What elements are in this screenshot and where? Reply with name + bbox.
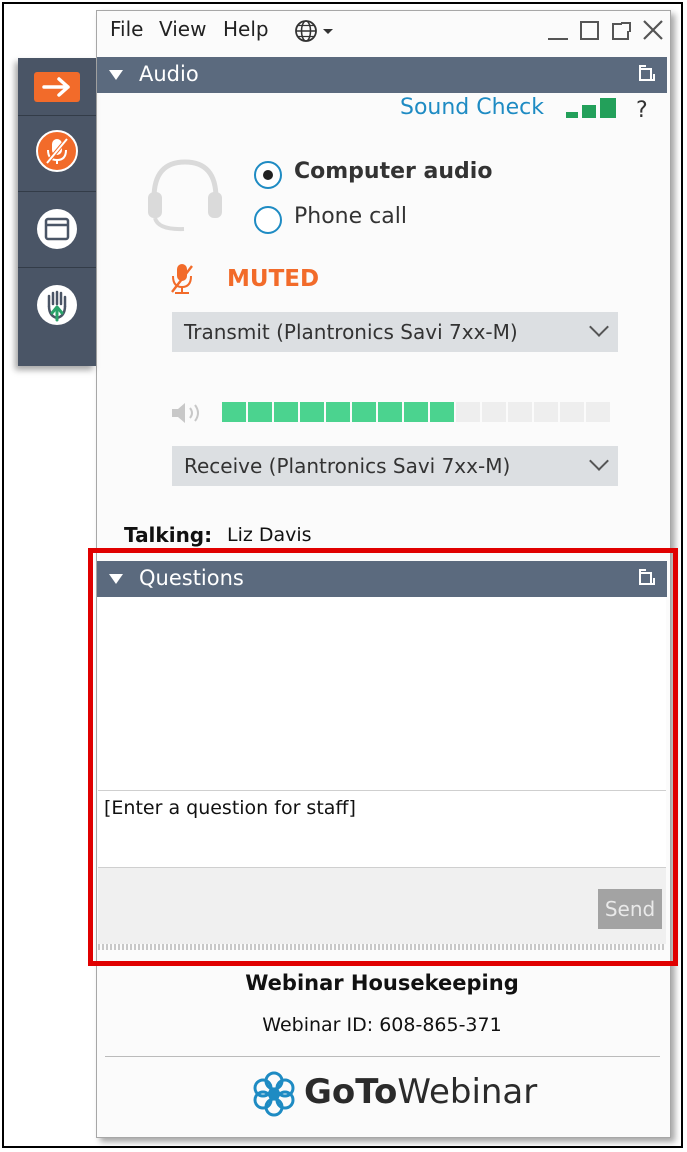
signal-bars-icon — [566, 96, 618, 124]
gotowebinar-logo-icon — [250, 1070, 298, 1122]
chevron-down-icon — [589, 451, 609, 471]
menu-file[interactable]: File — [110, 17, 143, 41]
muted-microphone-icon[interactable] — [170, 262, 194, 300]
computer-audio-label[interactable]: Computer audio — [294, 159, 492, 184]
talking-label: Talking: — [124, 523, 213, 547]
audio-popout-icon[interactable] — [639, 65, 655, 81]
volume-segment — [248, 402, 272, 422]
volume-segment — [534, 402, 558, 422]
mute-microphone-button[interactable] — [18, 116, 96, 192]
sound-check-link[interactable]: Sound Check — [400, 95, 544, 120]
volume-segment — [482, 402, 506, 422]
globe-language-icon[interactable] — [294, 18, 344, 48]
collapse-panel-button[interactable] — [18, 58, 96, 116]
chevron-down-icon — [589, 317, 609, 337]
receive-device-select[interactable]: Receive (Plantronics Savi 7xx-M) — [172, 446, 618, 486]
computer-audio-radio[interactable] — [254, 161, 282, 189]
volume-segment — [586, 402, 610, 422]
volume-segment — [508, 402, 532, 422]
audio-panel-header[interactable]: Audio — [97, 57, 667, 93]
volume-segment — [274, 402, 298, 422]
volume-segment — [300, 402, 324, 422]
headset-icon — [144, 154, 226, 238]
transmit-device-value: Transmit (Plantronics Savi 7xx-M) — [184, 320, 518, 344]
menu-view[interactable]: View — [159, 17, 206, 41]
volume-segment — [430, 402, 454, 422]
grab-tab-sidebar — [18, 58, 96, 366]
gotowebinar-logo-text: GoToWebinar — [304, 1072, 537, 1112]
talking-name: Liz Davis — [227, 524, 312, 546]
menu-help[interactable]: Help — [223, 17, 269, 41]
collapse-triangle-icon[interactable] — [109, 70, 123, 80]
close-icon[interactable] — [642, 19, 664, 45]
logo-goto: GoTo — [304, 1072, 398, 1112]
volume-segment — [378, 402, 402, 422]
raise-hand-button[interactable] — [18, 268, 96, 344]
receive-device-value: Receive (Plantronics Savi 7xx-M) — [184, 454, 511, 478]
show-screen-button[interactable] — [18, 192, 96, 268]
webinar-title: Webinar Housekeeping — [245, 971, 519, 995]
logo-webinar: Webinar — [397, 1072, 538, 1112]
volume-segment — [560, 402, 584, 422]
help-question-button[interactable]: ? — [636, 98, 648, 123]
highlight-box — [88, 548, 678, 966]
maximize-icon[interactable] — [580, 21, 599, 40]
audio-panel-title: Audio — [139, 62, 199, 86]
phone-call-label[interactable]: Phone call — [294, 204, 407, 229]
volume-segment — [222, 402, 246, 422]
minimize-icon[interactable] — [548, 38, 568, 40]
muted-status-label: MUTED — [227, 266, 320, 292]
popout-window-icon[interactable] — [612, 21, 632, 45]
phone-call-radio[interactable] — [254, 206, 282, 234]
volume-segment — [352, 402, 376, 422]
footer-divider — [105, 1056, 660, 1057]
speaker-icon — [170, 401, 206, 429]
volume-segment — [404, 402, 428, 422]
volume-segment — [326, 402, 350, 422]
webinar-id: Webinar ID: 608-865-371 — [262, 1014, 502, 1036]
transmit-device-select[interactable]: Transmit (Plantronics Savi 7xx-M) — [172, 312, 618, 352]
volume-segment — [456, 402, 480, 422]
